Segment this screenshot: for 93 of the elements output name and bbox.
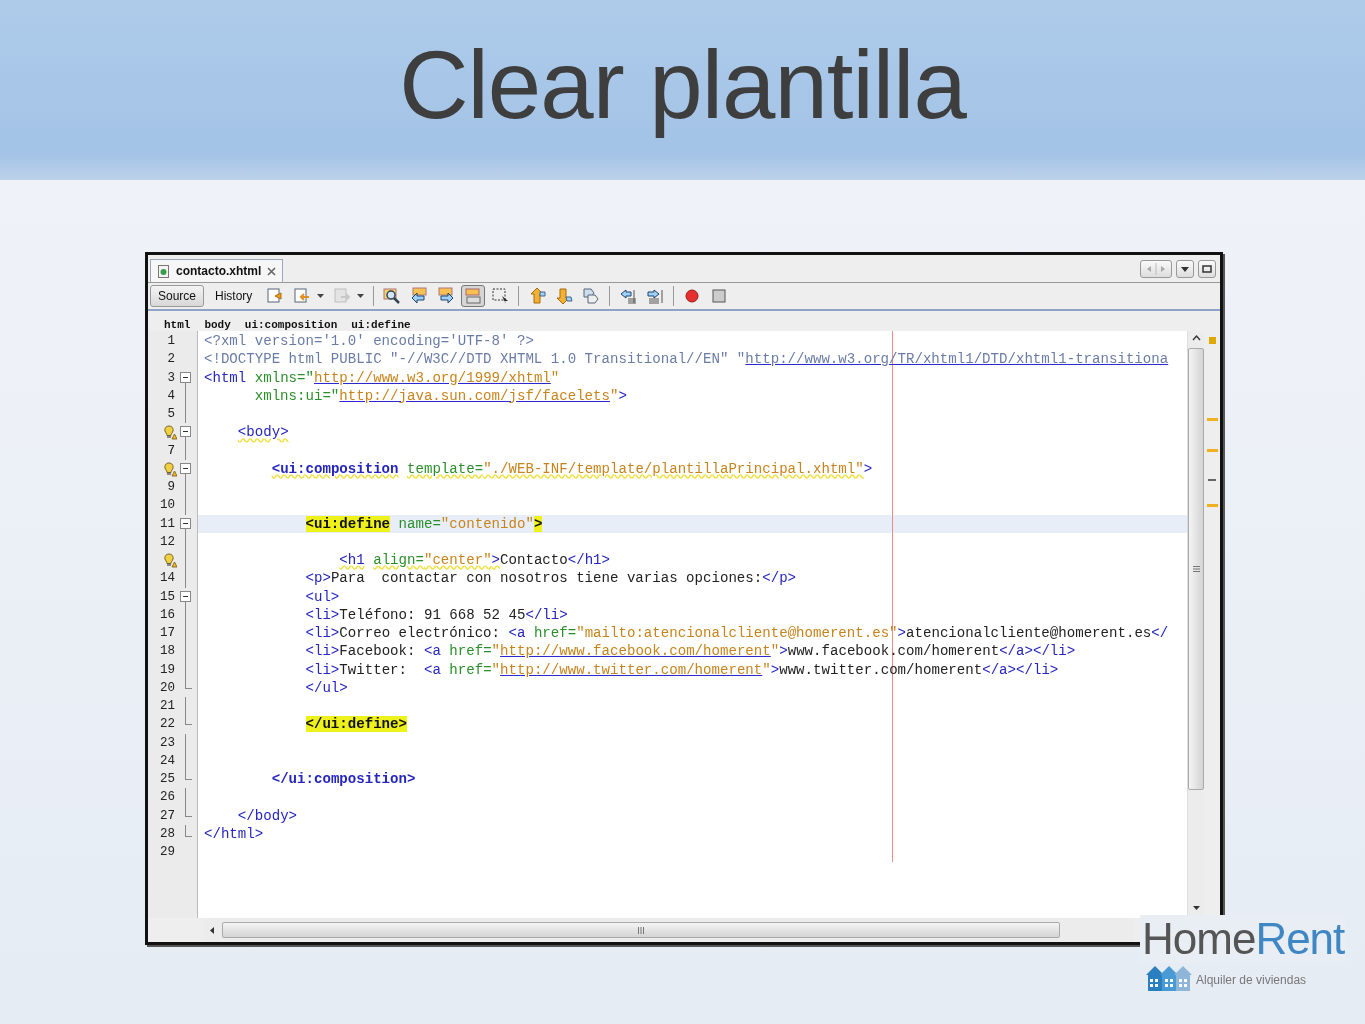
- line-number: 1: [166, 334, 175, 349]
- line-number: 21: [159, 699, 175, 714]
- code-line: <?xml version='1.0' encoding='UTF-8' ?>: [204, 333, 534, 349]
- scroll-thumb[interactable]: [1188, 348, 1204, 790]
- fold-toggle[interactable]: [180, 426, 191, 438]
- lightbulb-icon[interactable]: [163, 461, 177, 477]
- lightbulb-icon[interactable]: [163, 425, 177, 441]
- grip-icon: [637, 925, 645, 935]
- code-line: <ui:define name="contenido">: [304, 515, 543, 532]
- highlight-icon: [464, 287, 483, 305]
- close-icon[interactable]: [267, 266, 277, 276]
- arrow-down-icon: [555, 287, 574, 305]
- line-number: 20: [159, 680, 175, 695]
- line-number: 14: [159, 571, 175, 586]
- code-line: <ui:composition template="./WEB-INF/template/plantillaPrincipal.xhtml">: [270, 460, 873, 477]
- caret-icon[interactable]: [1191, 334, 1201, 342]
- caret-icon: [317, 294, 325, 298]
- line-number: 5: [166, 407, 175, 422]
- line-number: 4: [166, 388, 175, 403]
- line-number: 2: [166, 352, 175, 367]
- search-icon: [383, 287, 402, 305]
- line-number: 15: [159, 589, 175, 604]
- line-number: 27: [159, 808, 175, 823]
- code-line: </body>: [236, 807, 298, 824]
- vertical-scrollbar[interactable]: [1187, 331, 1204, 918]
- caret-icon[interactable]: [1191, 904, 1201, 912]
- window-icon: [1202, 263, 1212, 274]
- code-line: <li>Teléfono: 91 668 52 45</li>: [304, 606, 568, 623]
- caret-icon: [357, 294, 365, 298]
- breadcrumb[interactable]: html: [164, 319, 191, 331]
- maximize-button[interactable]: [1198, 259, 1216, 278]
- code-line: xmlns:ui="http://java.sun.com/jsf/facelets">: [253, 387, 627, 404]
- line-number: 16: [159, 607, 175, 622]
- line-number: 24: [159, 753, 175, 768]
- fold-toggle[interactable]: [180, 371, 191, 383]
- file-tab[interactable]: contacto.xhtml: [150, 259, 284, 282]
- grip-icon: [1191, 565, 1201, 573]
- arrow-up-icon: [528, 287, 547, 305]
- line-number: 11: [159, 516, 175, 531]
- code-line: <body>: [236, 424, 289, 441]
- view-tab[interactable]: History: [207, 285, 261, 307]
- line-number: 25: [159, 772, 175, 787]
- shift-right-icon: [646, 287, 665, 305]
- code-line: </ul>: [304, 679, 348, 696]
- line-number: 18: [159, 644, 175, 659]
- breadcrumb[interactable]: ui:define: [351, 319, 411, 331]
- page-arrow-icon: [293, 287, 312, 305]
- code-line: <ul>: [304, 588, 340, 605]
- code-line: </html>: [204, 825, 264, 842]
- lightbulb-icon[interactable]: [163, 553, 177, 568]
- line-number: 28: [159, 826, 175, 841]
- scroll-thumb[interactable]: [222, 922, 1060, 938]
- code-line: </ui:composition>: [270, 771, 416, 787]
- page-arrow-icon: [333, 287, 352, 305]
- slide-title: Clear plantilla: [399, 30, 966, 140]
- line-number: 26: [159, 790, 175, 805]
- line-number: 3: [166, 370, 175, 385]
- code-line: <html xmlns="http://www.w3.org/1999/xhtml": [204, 369, 560, 386]
- line-number: 12: [159, 534, 175, 549]
- arrow-left-icon: [410, 287, 429, 305]
- line-number: 7: [166, 443, 175, 458]
- line-number: 10: [159, 498, 175, 513]
- tags-icon: [582, 287, 601, 305]
- record-icon: [683, 287, 702, 305]
- fold-toggle[interactable]: [180, 462, 191, 474]
- arrow-right-icon: [437, 287, 456, 305]
- caret-icon[interactable]: [208, 925, 216, 935]
- line-number: 9: [166, 480, 175, 495]
- breadcrumb[interactable]: ui:composition: [244, 319, 338, 331]
- line-number: 19: [159, 662, 175, 677]
- line-number: 23: [159, 735, 175, 750]
- stop-icon: [710, 287, 729, 305]
- fold-toggle[interactable]: [180, 517, 191, 529]
- houses-icon: [1146, 963, 1192, 991]
- code-line: <li>Twitter: <a href="http://www.twitter.com/homerent">www.twitter.com/homerent</a></li>: [304, 661, 1059, 678]
- code-line: <h1 align="center">Contacto</h1>: [338, 552, 611, 568]
- line-number: 29: [159, 845, 175, 860]
- page-arrow-icon: [266, 287, 285, 305]
- tab-list-button[interactable]: [1176, 259, 1194, 278]
- code-line: <p>Para contactar con nosotros tiene varias opciones:</p>: [304, 570, 797, 587]
- toolbar-button[interactable]: [461, 285, 486, 307]
- logo-tagline: Alquiler de viviendas: [1196, 973, 1307, 989]
- breadcrumb[interactable]: body: [204, 319, 231, 331]
- fold-toggle[interactable]: [180, 590, 191, 602]
- shift-left-icon: [619, 287, 638, 305]
- view-tab[interactable]: Source: [150, 285, 205, 307]
- line-number: 22: [159, 717, 175, 732]
- line-number: 17: [159, 626, 175, 641]
- status-mark: [1208, 337, 1216, 344]
- tab-label: contacto.xhtml: [176, 264, 262, 278]
- code-line: <li>Facebook: <a href="http://www.facebook.com/homerent">www.facebook.com/homerent</a></li>: [304, 643, 1076, 660]
- code-line: <li>Correo electrónico: <a href="mailto:atencionalcliente@homerent.es">atencionalcliente@homerent.es</: [304, 625, 1169, 641]
- file-icon: [157, 264, 170, 278]
